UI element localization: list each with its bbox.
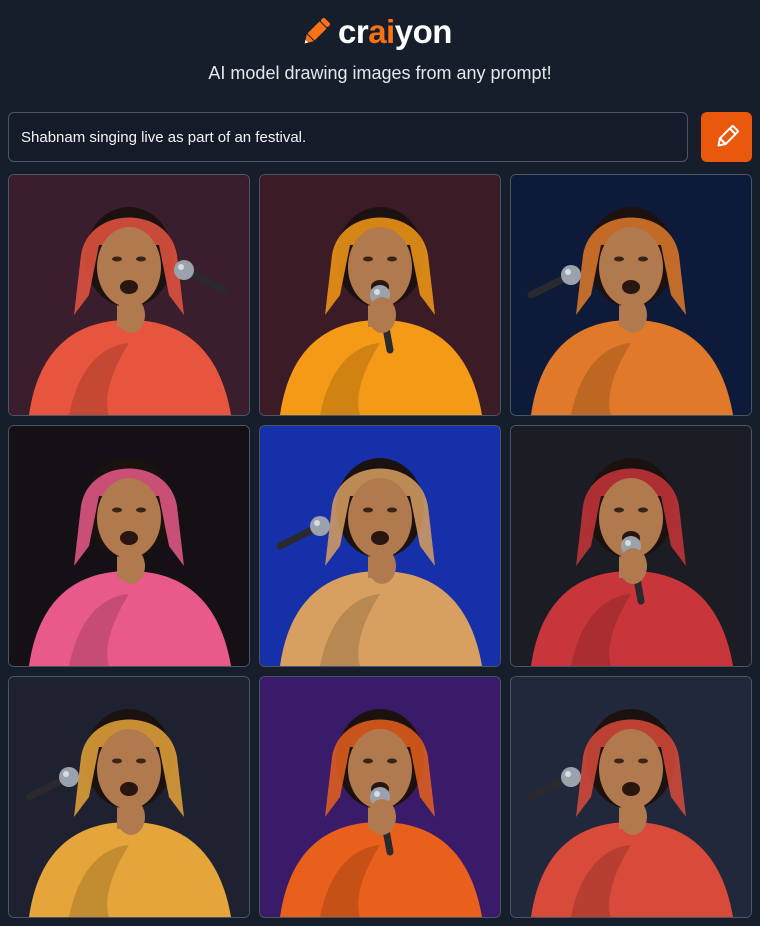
- header: craiyon AI model drawing images from any…: [0, 0, 760, 110]
- generated-image-illustration: [260, 677, 500, 917]
- generated-image-illustration: [260, 175, 500, 415]
- generated-image[interactable]: [8, 174, 250, 416]
- generated-image[interactable]: [510, 425, 752, 667]
- generated-image-illustration: [511, 426, 751, 666]
- generated-image[interactable]: [8, 676, 250, 918]
- prompt-input[interactable]: [8, 112, 688, 162]
- generated-image[interactable]: [259, 174, 501, 416]
- generated-image[interactable]: [510, 174, 752, 416]
- generated-image[interactable]: [259, 425, 501, 667]
- generated-image[interactable]: [259, 676, 501, 918]
- draw-button[interactable]: [701, 112, 752, 162]
- generated-image[interactable]: [510, 676, 752, 918]
- tagline: AI model drawing images from any prompt!: [208, 63, 552, 83]
- generated-image-illustration: [511, 677, 751, 917]
- prompt-row: [8, 112, 752, 162]
- generated-image-illustration: [511, 175, 751, 415]
- results-grid: [8, 174, 752, 918]
- pencil-icon: [304, 17, 331, 44]
- generated-image-illustration: [9, 175, 249, 415]
- generated-image-illustration: [260, 426, 500, 666]
- generated-image-illustration: [9, 677, 249, 917]
- generated-image-illustration: [9, 426, 249, 666]
- pencil-icon: [717, 125, 739, 147]
- logo-text: craiyon: [338, 13, 452, 50]
- craiyon-logo[interactable]: craiyon: [298, 10, 452, 54]
- generated-image[interactable]: [8, 425, 250, 667]
